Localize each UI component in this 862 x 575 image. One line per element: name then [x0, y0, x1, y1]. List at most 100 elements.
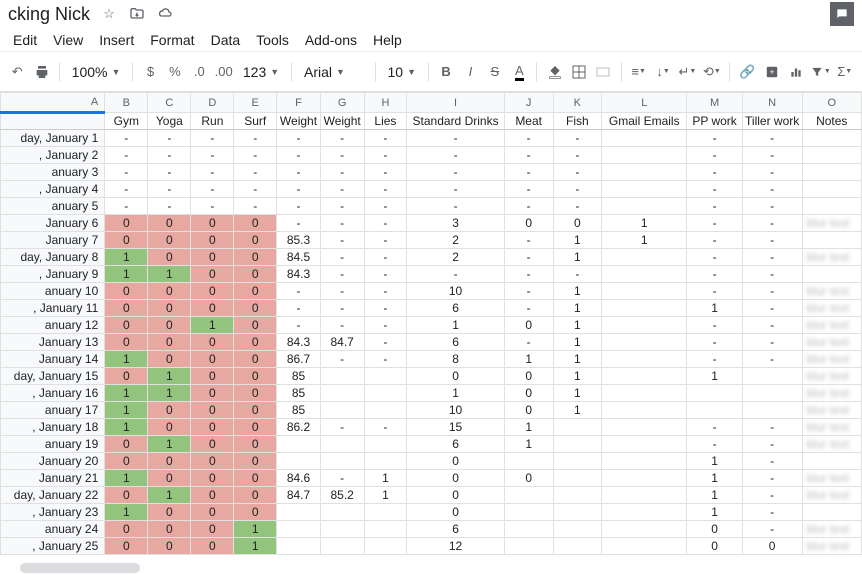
merge-icon[interactable] [592, 59, 614, 85]
cell[interactable]: - [687, 147, 742, 164]
cell[interactable]: 1 [407, 317, 504, 334]
cell[interactable]: - [364, 249, 407, 266]
cell[interactable]: - [687, 266, 742, 283]
date-cell[interactable]: anuary 24 [1, 521, 105, 538]
cell[interactable]: 0 [234, 487, 277, 504]
date-cell[interactable]: day, January 1 [1, 130, 105, 147]
cell[interactable]: 0 [407, 470, 504, 487]
cell[interactable]: 1 [504, 351, 553, 368]
cell[interactable] [553, 521, 602, 538]
cell[interactable] [602, 351, 687, 368]
date-cell[interactable]: , January 2 [1, 147, 105, 164]
cell[interactable] [802, 232, 861, 249]
cell[interactable]: - [742, 164, 802, 181]
cell[interactable]: 1 [504, 419, 553, 436]
format-select[interactable]: 123▼ [237, 59, 285, 85]
cell[interactable] [802, 453, 861, 470]
wrap-icon[interactable]: ↵▼ [676, 59, 698, 85]
cell[interactable]: - [687, 198, 742, 215]
cell[interactable]: - [504, 147, 553, 164]
cell[interactable]: 0 [191, 419, 234, 436]
cell[interactable]: 0 [191, 436, 234, 453]
cell[interactable]: - [234, 130, 277, 147]
cell[interactable]: - [105, 181, 148, 198]
cell[interactable]: 0 [234, 368, 277, 385]
cell[interactable]: 0 [504, 317, 553, 334]
cell[interactable] [277, 538, 321, 555]
rotate-icon[interactable]: ⟲▼ [701, 59, 723, 85]
date-cell[interactable]: anuary 5 [1, 198, 105, 215]
cell[interactable]: 1 [407, 385, 504, 402]
cell[interactable]: 84.3 [277, 266, 321, 283]
menu-insert[interactable]: Insert [92, 28, 141, 52]
cell[interactable]: 0 [105, 368, 148, 385]
cell[interactable]: 2 [407, 232, 504, 249]
field-header[interactable]: Yoga [148, 113, 191, 130]
cell[interactable]: - [553, 147, 602, 164]
date-cell[interactable]: , January 18 [1, 419, 105, 436]
cell[interactable]: blur text [802, 334, 861, 351]
field-header[interactable]: Meat [504, 113, 553, 130]
cell[interactable]: - [364, 419, 407, 436]
cell[interactable]: blur text [802, 436, 861, 453]
cell[interactable] [364, 538, 407, 555]
cell[interactable]: 0 [234, 283, 277, 300]
cell[interactable] [602, 419, 687, 436]
date-cell[interactable]: , January 23 [1, 504, 105, 521]
cell[interactable]: 0 [407, 453, 504, 470]
cell[interactable]: 0 [105, 232, 148, 249]
cell[interactable]: - [148, 147, 191, 164]
cell[interactable]: 1 [105, 470, 148, 487]
cell[interactable]: - [687, 249, 742, 266]
col-header-H[interactable]: H [364, 93, 407, 113]
currency-icon[interactable]: $ [139, 59, 161, 85]
star-icon[interactable]: ☆ [100, 5, 118, 23]
cell[interactable]: - [191, 164, 234, 181]
cell[interactable]: 0 [407, 368, 504, 385]
cell[interactable]: - [553, 181, 602, 198]
cell[interactable]: 0 [234, 334, 277, 351]
cell[interactable]: 0 [407, 487, 504, 504]
date-cell[interactable]: , January 16 [1, 385, 105, 402]
cell[interactable]: 0 [504, 368, 553, 385]
cell[interactable]: - [191, 147, 234, 164]
cell[interactable]: 0 [148, 538, 191, 555]
cell[interactable]: 1 [234, 521, 277, 538]
cell[interactable]: 6 [407, 334, 504, 351]
cell[interactable]: 0 [234, 436, 277, 453]
cell[interactable]: - [364, 283, 407, 300]
cell[interactable]: 0 [407, 504, 504, 521]
cell[interactable]: - [320, 198, 364, 215]
cell[interactable]: 2 [407, 249, 504, 266]
date-cell[interactable]: day, January 8 [1, 249, 105, 266]
decimal-decrease-icon[interactable]: .0 [188, 59, 210, 85]
cell[interactable]: 1 [687, 487, 742, 504]
borders-icon[interactable] [568, 59, 590, 85]
cell[interactable]: - [742, 521, 802, 538]
cell[interactable]: - [105, 130, 148, 147]
cell[interactable] [602, 249, 687, 266]
cell[interactable]: - [320, 249, 364, 266]
col-header-E[interactable]: E [234, 93, 277, 113]
cell[interactable] [602, 470, 687, 487]
cell[interactable]: 84.6 [277, 470, 321, 487]
zoom-select[interactable]: 100%▼ [66, 59, 127, 85]
cell[interactable] [742, 385, 802, 402]
date-cell[interactable]: January 21 [1, 470, 105, 487]
halign-icon[interactable]: ≡▼ [627, 59, 649, 85]
date-cell[interactable]: January 20 [1, 453, 105, 470]
field-header[interactable] [1, 113, 105, 130]
cell[interactable] [602, 504, 687, 521]
field-header[interactable]: Lies [364, 113, 407, 130]
cell[interactable]: 85 [277, 368, 321, 385]
cell[interactable]: 3 [407, 215, 504, 232]
date-cell[interactable]: anuary 17 [1, 402, 105, 419]
cell[interactable]: 15 [407, 419, 504, 436]
cell[interactable]: 1 [148, 368, 191, 385]
col-header-O[interactable]: O [802, 93, 861, 113]
cell[interactable]: 0 [148, 351, 191, 368]
cell[interactable]: 0 [191, 215, 234, 232]
strike-icon[interactable]: S [484, 59, 506, 85]
cell[interactable] [602, 130, 687, 147]
cell[interactable]: 1 [105, 249, 148, 266]
